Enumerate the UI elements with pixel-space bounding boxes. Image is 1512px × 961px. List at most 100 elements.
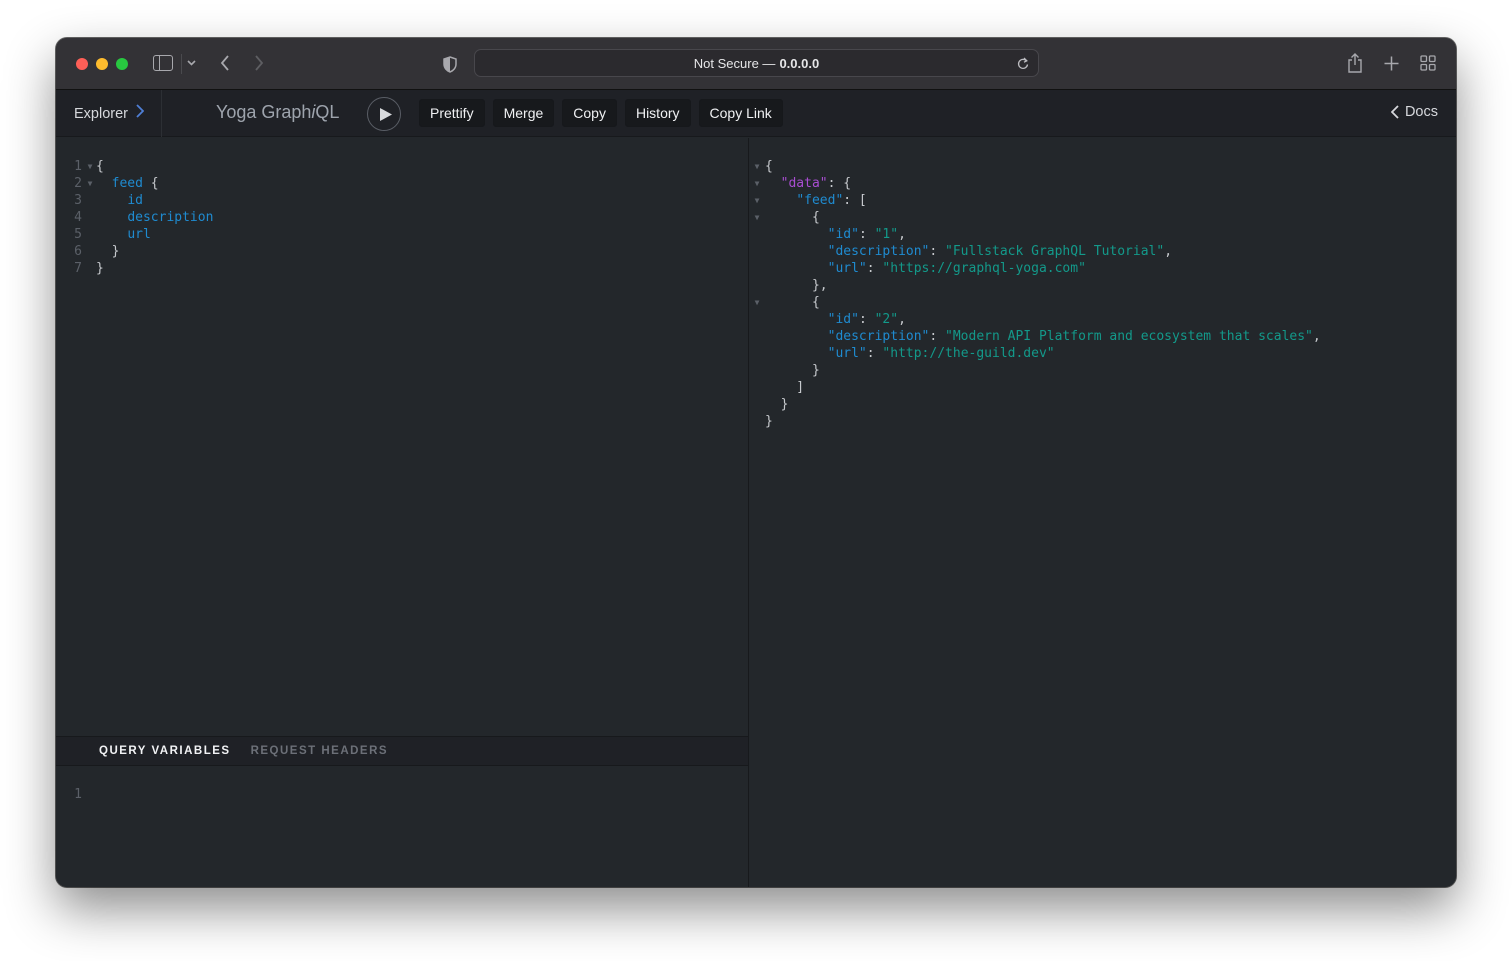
code-token: "data" [780,176,828,191]
docs-button[interactable]: Docs [1390,104,1438,120]
explorer-label: Explorer [74,105,128,122]
fold-arrow-icon[interactable]: ▼ [749,175,765,192]
execute-query-button[interactable] [367,97,401,131]
copy-button[interactable]: Copy [562,99,617,127]
fold-arrow-icon[interactable]: ▼ [749,192,765,209]
tab-request-headers[interactable]: REQUEST HEADERS [251,745,389,757]
address-bar[interactable]: Not Secure — 0.0.0.0 [474,49,1039,77]
code-token: , [1312,329,1321,344]
code-line: ] [749,379,1456,396]
code-line: ▼ { [749,294,1456,311]
code-line: 4 description [56,209,748,226]
browser-toolbar: Not Secure — 0.0.0.0 [56,38,1456,90]
code-token: }, [765,278,828,293]
code-line: ▼ "data": { [749,175,1456,192]
code-line: 5 url [56,226,748,243]
zoom-window-button[interactable] [116,58,128,70]
code-token: : [ [843,193,867,208]
code-line: } [749,413,1456,430]
code-token: } [765,397,789,412]
history-button[interactable]: History [624,99,691,127]
code-line: ▼{ [749,158,1456,175]
docs-label: Docs [1404,104,1438,120]
code-token: { [765,159,773,174]
forward-icon[interactable] [250,51,268,75]
code-line: }, [749,277,1456,294]
code-token: : [858,227,875,242]
toolbar-divider [181,54,182,74]
variables-tabs: QUERY VARIABLES REQUEST HEADERS [56,736,748,766]
code-token: description [127,210,214,225]
app-title-suffix: QL [315,102,340,122]
fold-arrow-icon[interactable]: ▼ [749,209,765,226]
code-token: "2" [874,312,899,327]
code-token: } [765,363,820,378]
reload-icon[interactable] [1014,54,1032,72]
prettify-button[interactable]: Prettify [419,99,485,127]
graphiql-topbar: Explorer Yoga GraphiQL Prettify Merge Co… [56,90,1456,137]
line-number: 1 [74,159,82,174]
browser-window: Not Secure — 0.0.0.0 Explorer Yoga Graph… [56,38,1456,887]
sidebar-icon[interactable] [153,55,173,71]
code-token: "description" [827,244,930,259]
variables-editor[interactable]: 1 [56,786,748,803]
fold-arrow-icon[interactable]: ▼ [749,294,765,311]
code-token: id [127,193,143,208]
app-title: Yoga GraphiQL [216,102,339,123]
query-editor[interactable]: 1 ▼{2 ▼ feed {3 id 4 description 5 url 6 } 7} [56,158,748,277]
code-line: "description": "Modern API Platform and … [749,328,1456,345]
window-controls [76,58,128,70]
merge-button[interactable]: Merge [492,99,555,127]
code-token: "id" [827,312,859,327]
copy-link-button[interactable]: Copy Link [698,99,783,127]
code-token: } [96,244,120,259]
code-token: , [898,227,906,242]
code-token: : { [827,176,852,191]
code-token: : [929,329,946,344]
code-token: url [127,227,151,242]
fold-arrow-icon[interactable]: ▼ [84,175,96,192]
code-line: 2 ▼ feed { [56,175,748,192]
code-token: "Fullstack GraphQL Tutorial" [945,244,1165,259]
share-icon[interactable] [1345,51,1365,75]
url-security-label: Not Secure — [693,55,776,71]
back-icon[interactable] [216,51,234,75]
line-number: 5 [74,227,82,242]
code-token: { [142,176,159,191]
explorer-toggle-button[interactable]: Explorer [56,90,162,137]
chevron-right-icon [136,104,145,123]
code-token: "id" [827,227,859,242]
url-host: 0.0.0.0 [779,55,820,71]
fold-arrow-icon[interactable]: ▼ [84,158,96,175]
code-line: "url": "https://graphql-yoga.com" [749,260,1456,277]
fold-arrow-icon[interactable]: ▼ [749,158,765,175]
minimize-window-button[interactable] [96,58,108,70]
tab-overview-icon[interactable] [1418,53,1438,73]
result-viewer: ▼{▼ "data": {▼ "feed": [▼ { "id": "1", "… [749,158,1456,430]
code-token: } [765,414,773,429]
toolbar-buttons: Prettify Merge Copy History Copy Link [419,99,783,127]
tab-query-variables[interactable]: QUERY VARIABLES [99,745,231,757]
new-tab-icon[interactable] [1381,51,1401,75]
chevron-down-icon[interactable] [184,55,198,71]
shield-icon[interactable] [440,53,460,75]
code-token: : [858,312,875,327]
code-token: : [929,244,946,259]
code-token: { [96,159,104,174]
close-window-button[interactable] [76,58,88,70]
